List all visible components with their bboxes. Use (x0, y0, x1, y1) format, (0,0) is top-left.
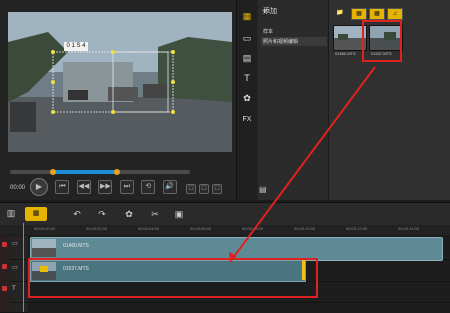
drag-arrow-annotation (229, 66, 376, 263)
